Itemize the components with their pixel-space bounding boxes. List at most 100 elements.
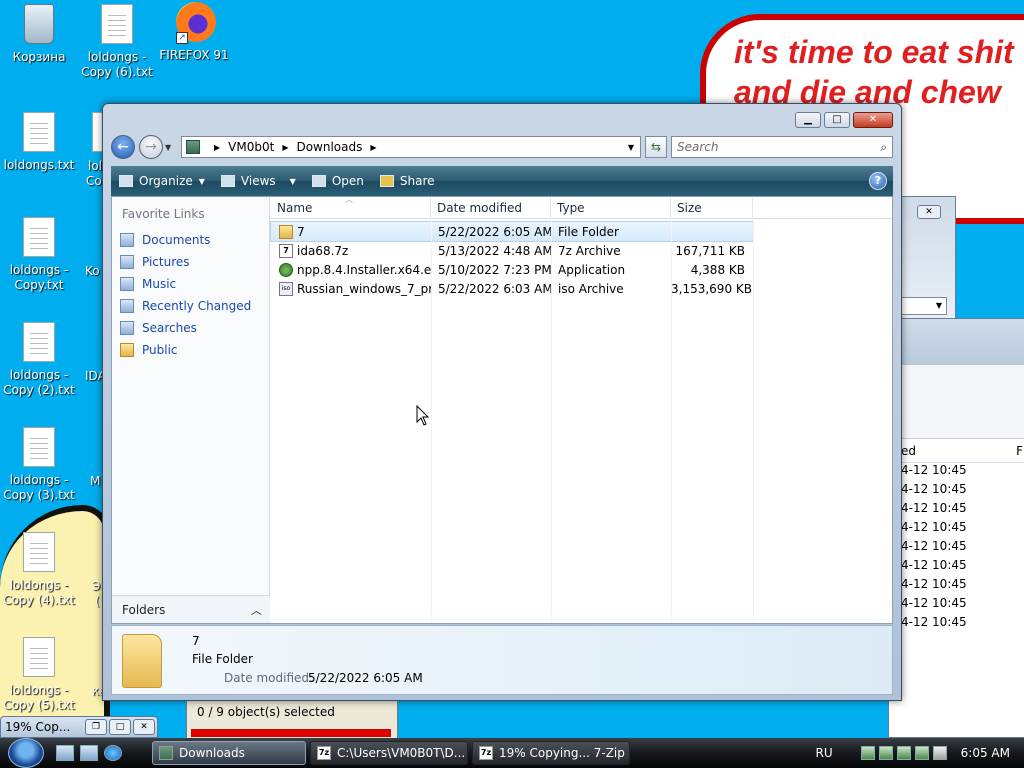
help-icon[interactable]: ?	[869, 172, 887, 190]
back-button[interactable]: ←	[111, 135, 135, 159]
share-button[interactable]: Share	[372, 166, 443, 196]
taskbar: Downloads 7z C:\Users\VM0B0T\D... 7z 19%…	[0, 738, 1024, 768]
organize-button[interactable]: Organize ▼	[111, 166, 213, 196]
tray-app-icon[interactable]	[896, 746, 911, 760]
mouse-cursor-icon	[416, 405, 430, 426]
minimized-window[interactable]: 19% Cop... ❐ □ ✕	[0, 716, 158, 738]
details-name: 7	[192, 634, 200, 648]
list-item[interactable]: 4-12 10:45	[889, 463, 1024, 482]
list-item[interactable]: 4-12 10:45	[889, 558, 1024, 577]
desktop-file-icon[interactable]: loldongs - Copy (2).txt	[0, 322, 78, 398]
column-divider	[431, 219, 432, 623]
switch-windows-icon[interactable]	[80, 745, 98, 761]
folder-icon	[279, 224, 293, 239]
desktop-file-icon[interactable]: loldongs - Copy (6).txt	[78, 4, 156, 80]
restore-icon[interactable]: ❐	[85, 719, 107, 735]
nav-link-documents[interactable]: Documents	[112, 229, 269, 251]
list-item[interactable]: 4-12 10:45	[889, 482, 1024, 501]
maximize-button[interactable]: □	[824, 112, 850, 128]
chevron-right-icon[interactable]: ▶	[214, 143, 220, 152]
firefox-shortcut[interactable]: ↗ FIREFOX 91	[155, 2, 233, 63]
progress-bar	[191, 729, 391, 737]
recent-pages-dropdown[interactable]: ▼	[165, 143, 177, 152]
forward-button[interactable]: →	[139, 135, 163, 159]
chevron-right-icon[interactable]: ▶	[370, 143, 376, 152]
nav-link-public[interactable]: Public	[112, 339, 269, 361]
taskbar-item-7zip[interactable]: 7z 19% Copying... 7-Zip	[472, 741, 630, 765]
list-item[interactable]: 4-12 10:45	[889, 520, 1024, 539]
background-status-window[interactable]: 0 / 9 object(s) selected	[186, 696, 398, 740]
list-item[interactable]: 4-12 10:45	[889, 577, 1024, 596]
folders-toggle[interactable]: Folders ︿	[112, 595, 270, 623]
tray-app-icon[interactable]	[878, 746, 893, 760]
views-button[interactable]: Views ▼	[213, 166, 304, 196]
organize-icon	[119, 175, 133, 187]
nav-link-recently-changed[interactable]: Recently Changed	[112, 295, 269, 317]
minimize-button[interactable]: ▁	[795, 112, 821, 128]
text-file-icon	[23, 217, 55, 257]
maximize-icon[interactable]: □	[109, 719, 131, 735]
desktop-file-icon[interactable]: loldongs - Copy (4).txt	[0, 532, 78, 608]
system-tray	[860, 746, 947, 760]
recycle-bin-icon[interactable]: Корзина	[0, 4, 78, 65]
nav-link-music[interactable]: Music	[112, 273, 269, 295]
file-row[interactable]: 7 ida68.7z 5/13/2022 4:48 AM 7z Archive 1…	[271, 241, 892, 260]
nav-link-searches[interactable]: Searches	[112, 317, 269, 339]
list-item[interactable]: 4-12 10:45	[889, 501, 1024, 520]
details-type: File Folder	[192, 652, 253, 666]
folder-icon	[120, 343, 134, 357]
file-row[interactable]: iso Russian_windows_7_pr... 5/22/2022 6:0…	[271, 279, 892, 298]
breadcrumb-downloads[interactable]: Downloads	[296, 140, 362, 154]
chevron-down-icon[interactable]: ▼	[628, 143, 634, 152]
quick-launch	[56, 745, 122, 761]
column-type[interactable]: Type	[551, 197, 671, 218]
address-bar[interactable]: ▶ VM0b0t ▶ Downloads ▶ ▼	[181, 136, 641, 158]
explorer-window: ▁ □ ✕ ← → ▼ ▶ VM0b0t ▶ Downloads ▶ ▼ ⇆ S…	[102, 103, 902, 701]
column-header: ed F	[889, 439, 1024, 463]
file-list: ︿ Name Date modified Type Size 7 5/22/20…	[270, 195, 892, 623]
searches-icon	[120, 321, 134, 335]
desktop-file-icon[interactable]: loldongs.txt	[0, 112, 78, 173]
display-icon[interactable]	[914, 746, 929, 760]
column-date-modified[interactable]: Date modified	[431, 197, 551, 218]
share-icon	[379, 175, 394, 187]
partial-label: M	[90, 474, 101, 488]
network-icon[interactable]	[860, 746, 875, 760]
refresh-button[interactable]: ⇆	[645, 136, 667, 158]
details-pane: 7 File Folder Date modified: 5/22/2022 6…	[111, 625, 893, 695]
list-item[interactable]: 4-12 10:45	[889, 596, 1024, 615]
start-button[interactable]	[8, 738, 44, 768]
open-button[interactable]: Open	[304, 166, 372, 196]
details-modified-value: 5/22/2022 6:05 AM	[308, 671, 423, 685]
nav-link-pictures[interactable]: Pictures	[112, 251, 269, 273]
background-file-manager[interactable]: ed F 4-12 10:45 4-12 10:45 4-12 10:45 4-…	[888, 318, 1024, 738]
column-size[interactable]: Size	[671, 197, 753, 218]
details-modified-label: Date modified:	[224, 671, 314, 685]
desktop-file-icon[interactable]: loldongs - Copy (5).txt	[0, 637, 78, 713]
minimized-title: 19% Cop...	[5, 720, 71, 734]
file-row[interactable]: npp.8.4.Installer.x64.exe 5/10/2022 7:23…	[271, 260, 892, 279]
column-name[interactable]: ︿ Name	[271, 195, 431, 218]
text-file-icon	[23, 322, 55, 362]
chevron-right-icon[interactable]: ▶	[282, 143, 288, 152]
breadcrumb-user[interactable]: VM0b0t	[228, 140, 274, 154]
volume-muted-icon[interactable]	[932, 746, 947, 760]
text-file-icon	[23, 532, 55, 572]
file-row[interactable]: 7 5/22/2022 6:05 AM File Folder	[270, 221, 754, 242]
search-icon[interactable]: ⌕	[880, 140, 887, 155]
list-item[interactable]: 4-12 10:45	[889, 615, 1024, 634]
search-input[interactable]: Search ⌕	[671, 136, 893, 158]
list-item[interactable]: 4-12 10:45	[889, 539, 1024, 558]
close-icon[interactable]: ✕	[917, 205, 941, 219]
taskbar-item-cmd[interactable]: 7z C:\Users\VM0B0T\D...	[310, 741, 468, 765]
language-indicator[interactable]: RU	[816, 746, 833, 760]
clock[interactable]: 6:05 AM	[961, 746, 1010, 760]
column-divider	[551, 219, 552, 623]
taskbar-item-downloads[interactable]: Downloads	[152, 741, 306, 765]
close-icon[interactable]: ✕	[133, 719, 155, 735]
internet-explorer-icon[interactable]	[104, 745, 122, 761]
close-button[interactable]: ✕	[853, 112, 893, 128]
desktop-file-icon[interactable]: loldongs - Copy.txt	[0, 217, 78, 293]
show-desktop-icon[interactable]	[56, 745, 74, 761]
desktop-file-icon[interactable]: loldongs - Copy (3).txt	[0, 427, 78, 503]
